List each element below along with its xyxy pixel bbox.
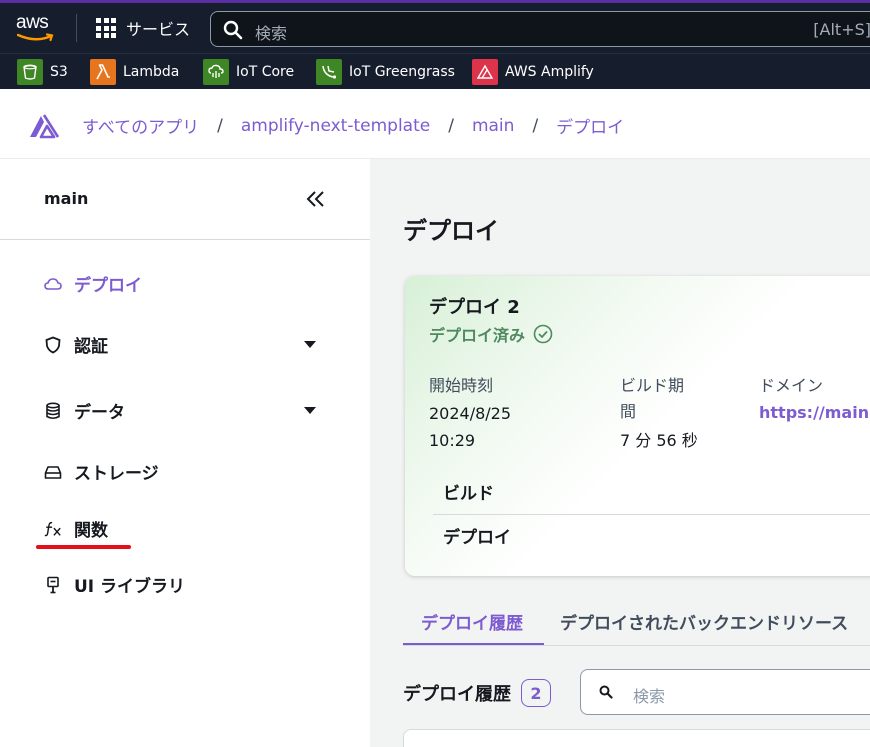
page-title: デプロイ (403, 217, 499, 245)
search-placeholder: 検索 (633, 687, 666, 706)
divider (433, 514, 870, 515)
services-label: サービス (126, 20, 191, 39)
deployment-title: デプロイ 2 (429, 297, 520, 318)
expand-caret-icon[interactable] (304, 407, 316, 414)
history-search-input[interactable]: 検索 (580, 669, 870, 715)
favorite-label: IoT Core (236, 64, 295, 80)
favorite-s3[interactable]: S3 (17, 59, 68, 85)
breadcrumb-separator: / (532, 115, 539, 136)
favorite-label: Lambda (123, 64, 180, 80)
sidebar-item-label: デプロイ (74, 276, 142, 296)
search-placeholder: 検索 (255, 24, 288, 43)
favorite-iot-core[interactable]: IoT Core (203, 59, 294, 85)
history-table (403, 729, 870, 747)
sidebar-item-data[interactable]: データ (44, 398, 125, 423)
build-duration-label: ビルド期 (620, 376, 685, 395)
amplify-logo-icon[interactable] (28, 111, 60, 139)
sidebar-item-label: ストレージ (74, 464, 159, 484)
expand-caret-icon[interactable] (304, 341, 316, 348)
build-duration-value: 7 分 56 秒 (620, 431, 698, 450)
step-deploy[interactable]: デプロイ (443, 523, 511, 548)
start-date-value: 2024/8/25 (429, 404, 512, 423)
breadcrumb-link-app[interactable]: amplify-next-template (241, 116, 430, 136)
breadcrumb-current[interactable]: デプロイ (556, 113, 624, 138)
breadcrumb: すべてのアプリ / amplify-next-template / main /… (82, 113, 624, 139)
tab-deployed-backend-resources[interactable]: デプロイされたバックエンドリソース (560, 609, 848, 634)
breadcrumb-link-all-apps[interactable]: すべてのアプリ (82, 113, 199, 138)
deployment-card: デプロイ 2 デプロイ済み 開始時刻 2024/8/25 10:29 ビルド期 … (405, 276, 870, 576)
sidebar-item-label: データ (74, 403, 125, 423)
divider (76, 14, 77, 42)
shield-icon (44, 336, 62, 354)
collapse-sidebar-icon[interactable] (305, 189, 327, 209)
search-icon (223, 20, 243, 40)
tab-deploy-history[interactable]: デプロイ履歴 (421, 609, 523, 634)
favorite-iot-greengrass[interactable]: IoT Greengrass (316, 59, 455, 85)
build-duration-label-wrap: 間 (620, 402, 637, 421)
domain-label: ドメイン (759, 376, 824, 395)
sidebar-item-label: 認証 (74, 337, 108, 357)
iot-greengrass-icon (316, 59, 342, 85)
amplify-icon (472, 59, 498, 85)
status-text: デプロイ済み (429, 326, 526, 345)
sidebar-item-auth[interactable]: 認証 (44, 332, 108, 357)
highlight-underline (36, 545, 131, 549)
favorites-bar: S3 Lambda IoT Core IoT Greengrass AWS Am… (0, 53, 870, 89)
status-badge: デプロイ済み (429, 322, 553, 346)
sidebar: main デプロイ 認証 データ ストレージ 関数 UI ライブラリ (0, 159, 370, 747)
aws-smile-icon (17, 33, 54, 42)
cloud-icon (44, 275, 62, 293)
top-navigation: aws サービス 検索 [Alt+S] (0, 0, 870, 53)
step-build[interactable]: ビルド (443, 479, 494, 504)
function-icon (44, 520, 62, 538)
check-circle-icon (533, 324, 553, 344)
sidebar-item-label: UI ライブラリ (74, 577, 186, 597)
grid-icon (96, 18, 116, 38)
sidebar-item-deploy[interactable]: デプロイ (44, 271, 142, 296)
history-header: デプロイ履歴 2 (403, 679, 551, 707)
favorite-label: IoT Greengrass (349, 64, 455, 80)
history-count-badge: 2 (521, 679, 551, 707)
services-menu-button[interactable]: サービス (96, 15, 190, 41)
ui-library-icon (44, 576, 62, 594)
favorite-lambda[interactable]: Lambda (90, 59, 179, 85)
favorite-label: S3 (50, 64, 68, 80)
s3-icon (17, 59, 43, 85)
favorite-aws-amplify[interactable]: AWS Amplify (472, 59, 594, 85)
global-search-input[interactable]: 検索 [Alt+S] (210, 11, 870, 47)
favorite-label: AWS Amplify (505, 64, 594, 80)
breadcrumb-link-branch[interactable]: main (472, 116, 514, 136)
main-content: デプロイ デプロイ 2 デプロイ済み 開始時刻 2024/8/25 10:29 … (370, 159, 870, 747)
lambda-icon (90, 59, 116, 85)
start-time-label: 開始時刻 (429, 376, 494, 395)
aws-logo-text: aws (16, 12, 49, 33)
divider (403, 645, 870, 646)
start-time-value: 10:29 (429, 431, 476, 450)
search-icon (599, 685, 613, 699)
history-title: デプロイ履歴 (403, 684, 511, 705)
sidebar-title: main (44, 189, 89, 208)
sidebar-item-storage[interactable]: ストレージ (44, 459, 159, 484)
aws-logo[interactable]: aws (16, 13, 58, 43)
sidebar-header: main (0, 159, 370, 240)
sidebar-item-ui-library[interactable]: UI ライブラリ (44, 572, 185, 597)
breadcrumb-bar: すべてのアプリ / amplify-next-template / main /… (0, 89, 870, 159)
breadcrumb-separator: / (448, 115, 454, 136)
iot-core-icon (203, 59, 229, 85)
sidebar-item-functions[interactable]: 関数 (44, 516, 108, 541)
breadcrumb-separator: / (217, 115, 223, 136)
sidebar-item-label: 関数 (74, 521, 108, 541)
storage-icon (44, 463, 62, 481)
database-icon (44, 401, 62, 420)
domain-link[interactable]: https://main. (759, 403, 870, 422)
search-shortcut: [Alt+S] (813, 20, 870, 39)
